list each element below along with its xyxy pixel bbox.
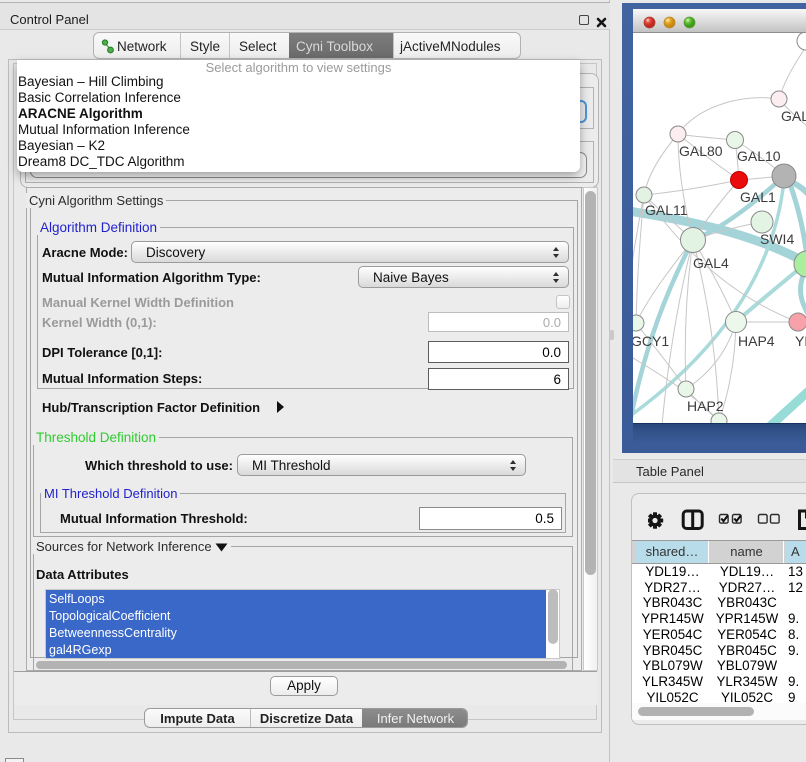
svg-text:GAL4: GAL4 <box>693 255 729 271</box>
svg-text:GCY1: GCY1 <box>633 333 669 349</box>
svg-text:GAL11: GAL11 <box>645 202 688 218</box>
svg-text:HAP2: HAP2 <box>687 398 724 414</box>
svg-text:GAL1: GAL1 <box>740 189 776 205</box>
svg-text:YP: YP <box>795 333 806 349</box>
svg-text:GAL10: GAL10 <box>737 148 781 164</box>
svg-text:GAL2: GAL2 <box>781 108 806 124</box>
svg-text:HAP4: HAP4 <box>738 333 775 349</box>
svg-text:SWI4: SWI4 <box>760 231 794 247</box>
svg-text:GAL80: GAL80 <box>679 143 723 159</box>
